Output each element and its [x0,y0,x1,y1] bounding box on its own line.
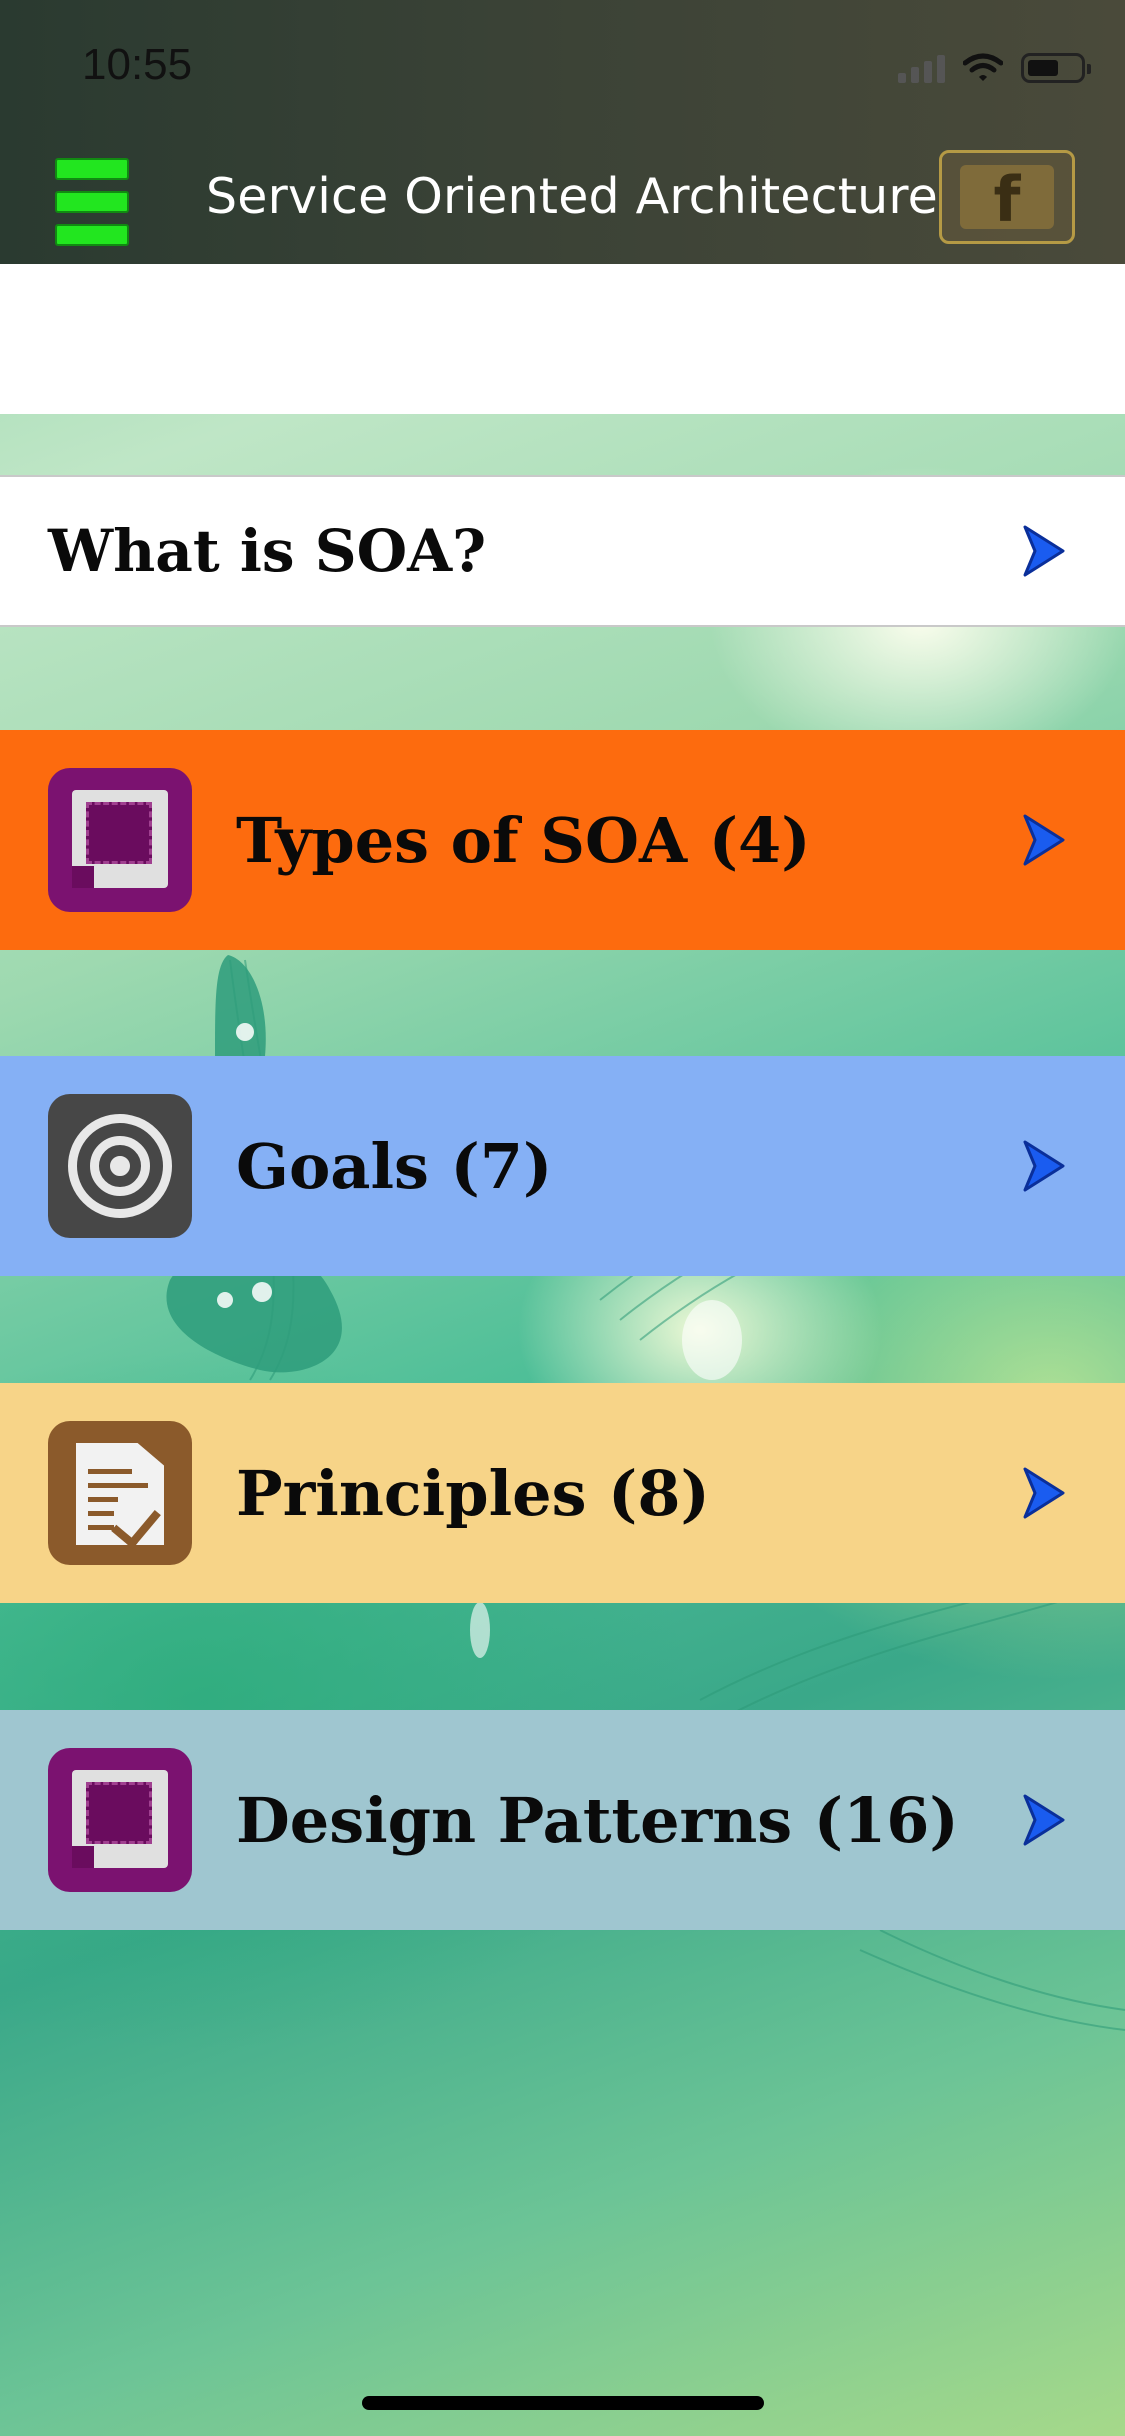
facebook-share-button[interactable]: f [939,150,1075,244]
status-time: 10:55 [82,40,193,89]
chevron-right-icon [1023,525,1065,577]
status-icons [898,48,1091,88]
list-item-what-is-soa[interactable]: What is SOA? [0,475,1125,627]
menu-item-label: Principles (8) [236,1456,710,1530]
hamburger-menu-icon[interactable] [55,158,129,246]
menu-item-design-patterns[interactable]: Design Patterns (16) [0,1710,1125,1930]
menu-item-goals[interactable]: Goals (7) [0,1056,1125,1276]
frame-icon [48,768,192,912]
chevron-right-icon [1023,1794,1065,1846]
chevron-right-icon [1023,1140,1065,1192]
menu-item-label: Goals (7) [236,1129,553,1203]
app-title: Service Oriented Architecture [206,168,939,225]
home-indicator [362,2396,764,2410]
chevron-right-icon [1023,1467,1065,1519]
app-header: 10:55 Service Oriented Architecture f [0,0,1125,264]
battery-icon [1021,53,1091,83]
menu-item-principles[interactable]: Principles (8) [0,1383,1125,1603]
target-icon [48,1094,192,1238]
list-item-label: What is SOA? [48,517,487,585]
menu-item-label: Types of SOA (4) [236,803,811,877]
cellular-signal-icon [898,53,945,83]
menu-item-label: Design Patterns (16) [236,1783,959,1857]
banner-area [0,264,1125,414]
wifi-icon [963,53,1003,81]
frame-icon [48,1748,192,1892]
facebook-icon: f [960,165,1054,235]
menu-item-types-of-soa[interactable]: Types of SOA (4) [0,730,1125,950]
document-check-icon [48,1421,192,1565]
chevron-right-icon [1023,814,1065,866]
